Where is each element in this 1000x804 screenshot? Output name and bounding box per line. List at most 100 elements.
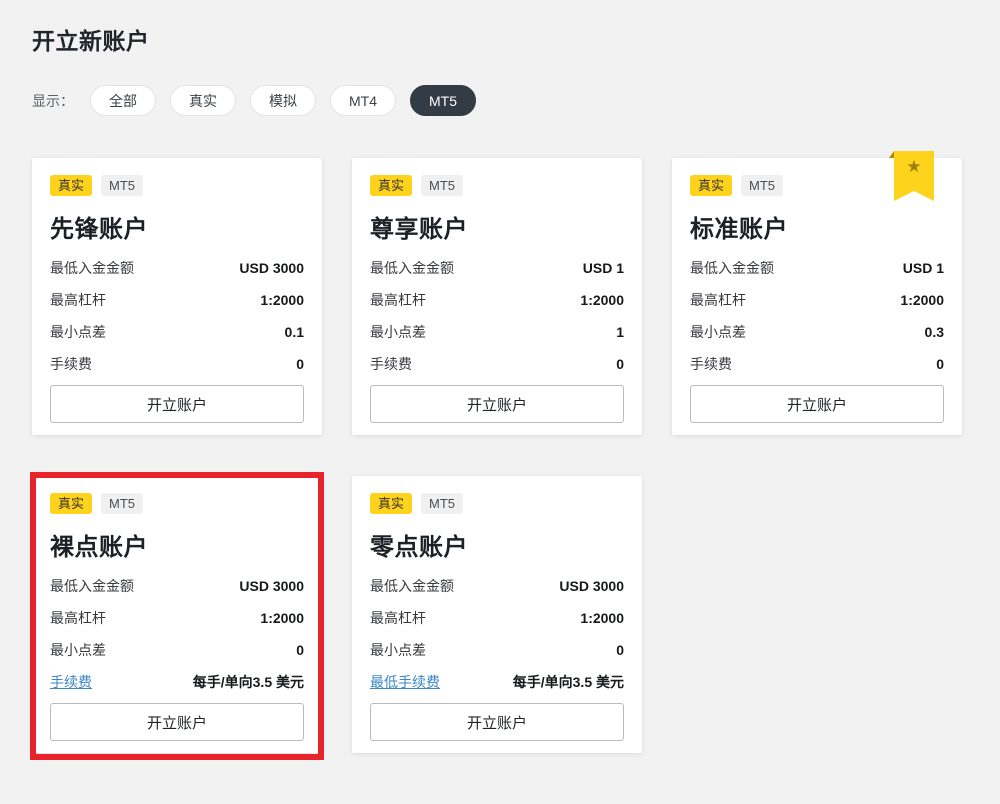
min-spread-row: 最小点差 0.1 <box>50 316 304 348</box>
platform-badge: MT5 <box>421 493 463 514</box>
open-account-button[interactable]: 开立账户 <box>50 703 304 741</box>
row-label: 最小点差 <box>370 640 426 660</box>
row-value: 0.3 <box>925 324 944 340</box>
badge-row: 真实 MT5 <box>50 493 304 514</box>
account-title: 尊享账户 <box>370 209 624 244</box>
row-value: USD 3000 <box>239 260 304 276</box>
row-label: 最低入金金额 <box>370 258 454 278</box>
commission-row: 最低手续费 每手/单向3.5 美元 <box>370 666 624 698</box>
platform-badge: MT5 <box>101 493 143 514</box>
ribbon-fold <box>889 151 894 158</box>
commission-row: 手续费 0 <box>370 348 624 380</box>
row-value: 0 <box>616 356 624 372</box>
row-value: 1:2000 <box>260 610 304 626</box>
commission-row: 手续费 每手/单向3.5 美元 <box>50 666 304 698</box>
real-badge: 真实 <box>50 493 92 514</box>
platform-badge: MT5 <box>421 175 463 196</box>
min-deposit-row: 最低入金金额 USD 1 <box>370 252 624 284</box>
min-spread-row: 最小点差 0.3 <box>690 316 944 348</box>
row-value: 0 <box>616 642 624 658</box>
row-label: 最小点差 <box>50 322 106 342</box>
account-title: 标准账户 <box>690 209 944 244</box>
real-badge: 真实 <box>370 175 412 196</box>
account-title: 先锋账户 <box>50 209 304 244</box>
row-label: 最高杠杆 <box>50 608 106 628</box>
account-card-raw-spread: 真实 MT5 裸点账户 最低入金金额 USD 3000 最高杠杆 1:2000 … <box>32 476 322 753</box>
account-cards-grid: 真实 MT5 先锋账户 最低入金金额 USD 3000 最高杠杆 1:2000 … <box>32 158 962 753</box>
min-deposit-row: 最低入金金额 USD 3000 <box>370 570 624 602</box>
featured-ribbon: ★ <box>894 151 934 201</box>
min-spread-row: 最小点差 1 <box>370 316 624 348</box>
open-account-page: 开立新账户 显示： 全部 真实 模拟 MT4 MT5 真实 MT5 先锋账户 最… <box>0 0 1000 753</box>
open-account-button[interactable]: 开立账户 <box>370 703 624 741</box>
filter-label: 显示： <box>32 91 74 111</box>
row-label: 最小点差 <box>50 640 106 660</box>
min-spread-row: 最小点差 0 <box>370 634 624 666</box>
star-icon: ★ <box>906 157 921 177</box>
row-value: 每手/单向3.5 美元 <box>193 672 304 692</box>
platform-badge: MT5 <box>101 175 143 196</box>
row-label: 最低入金金额 <box>50 258 134 278</box>
min-spread-row: 最小点差 0 <box>50 634 304 666</box>
account-card-standard: ★ 真实 MT5 标准账户 最低入金金额 USD 1 最高杠杆 1:2000 最… <box>672 158 962 435</box>
row-value: USD 1 <box>583 260 624 276</box>
row-label: 最高杠杆 <box>50 290 106 310</box>
badge-row: 真实 MT5 <box>50 175 304 196</box>
max-leverage-row: 最高杠杆 1:2000 <box>690 284 944 316</box>
row-value: 1 <box>616 324 624 340</box>
max-leverage-row: 最高杠杆 1:2000 <box>370 602 624 634</box>
open-account-button[interactable]: 开立账户 <box>50 385 304 423</box>
account-title: 零点账户 <box>370 527 624 562</box>
max-leverage-row: 最高杠杆 1:2000 <box>50 284 304 316</box>
row-value: 每手/单向3.5 美元 <box>513 672 624 692</box>
max-leverage-row: 最高杠杆 1:2000 <box>50 602 304 634</box>
row-label: 最高杠杆 <box>370 608 426 628</box>
row-value: USD 3000 <box>559 578 624 594</box>
row-value: 0 <box>936 356 944 372</box>
account-card-premium: 真实 MT5 尊享账户 最低入金金额 USD 1 最高杠杆 1:2000 最小点… <box>352 158 642 435</box>
row-label: 最小点差 <box>690 322 746 342</box>
max-leverage-row: 最高杠杆 1:2000 <box>370 284 624 316</box>
real-badge: 真实 <box>50 175 92 196</box>
filter-real[interactable]: 真实 <box>170 85 236 116</box>
account-title: 裸点账户 <box>50 527 304 562</box>
min-deposit-row: 最低入金金额 USD 3000 <box>50 570 304 602</box>
page-title: 开立新账户 <box>32 22 962 56</box>
filter-bar: 显示： 全部 真实 模拟 MT4 MT5 <box>32 85 962 116</box>
badge-row: 真实 MT5 <box>370 493 624 514</box>
filter-mt5[interactable]: MT5 <box>410 85 476 116</box>
row-label: 最小点差 <box>370 322 426 342</box>
open-account-button[interactable]: 开立账户 <box>690 385 944 423</box>
ribbon-banner: ★ <box>894 151 934 201</box>
row-label: 最低入金金额 <box>50 576 134 596</box>
row-value: USD 1 <box>903 260 944 276</box>
row-label: 手续费 <box>370 354 412 374</box>
real-badge: 真实 <box>690 175 732 196</box>
row-value: 0 <box>296 356 304 372</box>
row-label: 手续费 <box>50 354 92 374</box>
row-label: 最高杠杆 <box>690 290 746 310</box>
row-value: 0 <box>296 642 304 658</box>
filter-demo[interactable]: 模拟 <box>250 85 316 116</box>
row-value: 1:2000 <box>260 292 304 308</box>
real-badge: 真实 <box>370 493 412 514</box>
commission-link[interactable]: 手续费 <box>50 672 92 692</box>
platform-badge: MT5 <box>741 175 783 196</box>
min-deposit-row: 最低入金金额 USD 3000 <box>50 252 304 284</box>
row-label: 最低入金金额 <box>370 576 454 596</box>
filter-all[interactable]: 全部 <box>90 85 156 116</box>
row-value: 1:2000 <box>580 292 624 308</box>
min-commission-link[interactable]: 最低手续费 <box>370 672 440 692</box>
row-value: 0.1 <box>285 324 304 340</box>
row-label: 手续费 <box>690 354 732 374</box>
min-deposit-row: 最低入金金额 USD 1 <box>690 252 944 284</box>
badge-row: 真实 MT5 <box>370 175 624 196</box>
account-card-pioneer: 真实 MT5 先锋账户 最低入金金额 USD 3000 最高杠杆 1:2000 … <box>32 158 322 435</box>
commission-row: 手续费 0 <box>690 348 944 380</box>
row-value: 1:2000 <box>900 292 944 308</box>
open-account-button[interactable]: 开立账户 <box>370 385 624 423</box>
row-value: 1:2000 <box>580 610 624 626</box>
filter-mt4[interactable]: MT4 <box>330 85 396 116</box>
account-card-zero: 真实 MT5 零点账户 最低入金金额 USD 3000 最高杠杆 1:2000 … <box>352 476 642 753</box>
row-label: 最高杠杆 <box>370 290 426 310</box>
